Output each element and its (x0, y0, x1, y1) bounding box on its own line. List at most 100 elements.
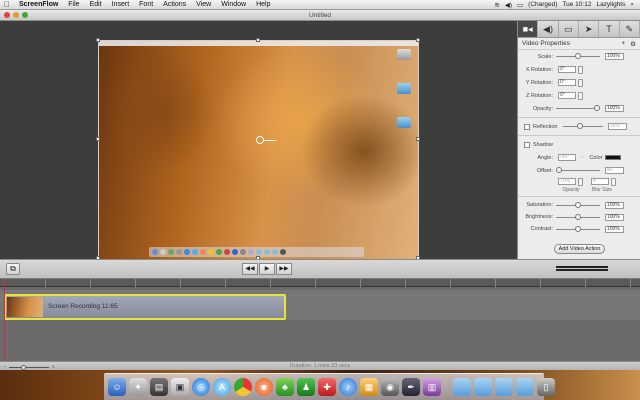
reflection-slider[interactable] (563, 123, 603, 129)
rewind-button[interactable]: ◀◀ (242, 263, 258, 275)
scale-knob[interactable] (575, 53, 581, 59)
y-rotation-field[interactable]: 0° (558, 79, 576, 86)
finder-icon[interactable]: ☺ (108, 378, 126, 396)
volume-icon[interactable]: ◀) (505, 1, 512, 9)
app-icon[interactable]: ♟ (297, 378, 315, 396)
scale-value[interactable]: 100% (605, 53, 624, 60)
video-camera-icon[interactable]: ■◂ (518, 21, 539, 37)
properties-tabs: ■◂ ◀) ▭ ➤ T ✎ (518, 21, 640, 38)
y-rotation-stepper[interactable] (578, 78, 583, 87)
resize-handle[interactable] (416, 38, 420, 42)
saturation-value[interactable]: 100% (605, 201, 624, 209)
menu-edit[interactable]: Edit (85, 1, 107, 8)
fast-forward-button[interactable]: ▶▶ (276, 263, 292, 275)
menu-window[interactable]: Window (216, 1, 251, 8)
screen-icon[interactable]: ▭ (559, 21, 579, 37)
clip-thumbnail (7, 297, 43, 317)
battery-icon[interactable]: ▭ (517, 1, 523, 9)
crop-icon[interactable]: ⧉ (6, 263, 20, 275)
trash-icon[interactable]: ▯ (537, 378, 555, 396)
shadow-opacity-stepper[interactable] (578, 177, 583, 186)
saturation-slider[interactable] (556, 201, 600, 208)
spotlight-icon[interactable]: ⌕ (630, 1, 634, 9)
add-video-action-button[interactable]: Add Video Action (554, 244, 605, 254)
menu-font[interactable]: Font (134, 1, 158, 8)
blur-size-field[interactable]: 4 (591, 178, 609, 185)
z-rotation-stepper[interactable] (578, 91, 583, 100)
resize-handle[interactable] (256, 38, 260, 42)
contrast-value[interactable]: 100% (605, 225, 624, 233)
menu-app-name[interactable]: ScreenFlow (14, 1, 63, 8)
chrome-icon[interactable] (234, 378, 252, 396)
app-icon[interactable]: ◉ (381, 378, 399, 396)
folder-icon[interactable] (474, 378, 492, 396)
folder-icon[interactable] (516, 378, 534, 396)
menu-actions[interactable]: Actions (158, 1, 191, 8)
offset-slider[interactable] (556, 167, 600, 173)
menu-help[interactable]: Help (251, 1, 275, 8)
add-icon[interactable]: + (621, 40, 625, 48)
reflection-knob[interactable] (577, 123, 583, 129)
app-icon[interactable]: ✒ (402, 378, 420, 396)
app-icon[interactable]: ▣ (171, 378, 189, 396)
settings-icon[interactable]: ⚙ (630, 40, 636, 48)
safari-icon[interactable]: ◎ (192, 378, 210, 396)
play-button[interactable]: ▶ (259, 263, 275, 275)
app-icon[interactable]: ▥ (423, 378, 441, 396)
speaker-icon[interactable]: ◀) (538, 21, 559, 37)
apple-menu-icon[interactable]:  (0, 0, 14, 9)
app-icon[interactable]: ☻ (255, 378, 273, 396)
timeline-clip[interactable]: Screen Recording 11:65 (4, 294, 286, 320)
resize-handle[interactable] (96, 38, 100, 42)
contrast-slider[interactable] (556, 225, 600, 232)
folder-icon[interactable] (453, 378, 471, 396)
saturation-row: Saturation: 100% (518, 199, 640, 211)
z-rotation-field[interactable]: 0° (558, 92, 576, 99)
itunes-icon[interactable]: ♪ (339, 378, 357, 396)
opacity-knob[interactable] (594, 105, 600, 111)
brightness-knob[interactable] (575, 213, 581, 220)
text-icon[interactable]: T (599, 21, 620, 37)
angle-field[interactable]: -45° (558, 154, 576, 161)
app-icon[interactable]: ✦ (129, 378, 147, 396)
x-rotation-stepper[interactable] (578, 65, 583, 74)
menu-file[interactable]: File (63, 1, 84, 8)
anchor-icon[interactable] (256, 136, 264, 144)
x-rotation-field[interactable]: 0° (558, 66, 576, 73)
video-preview[interactable] (98, 40, 419, 260)
folder-icon[interactable] (495, 378, 513, 396)
resize-handle[interactable] (416, 137, 420, 141)
playhead[interactable] (4, 279, 5, 361)
blur-size-stepper[interactable] (611, 177, 616, 186)
scale-slider[interactable] (556, 53, 600, 59)
wifi-icon[interactable]: ≋ (494, 1, 499, 9)
app-icon[interactable]: ▤ (150, 378, 168, 396)
reflection-checkbox[interactable] (524, 123, 530, 130)
timeline-ruler[interactable] (0, 279, 640, 287)
menu-insert[interactable]: Insert (107, 1, 135, 8)
clock[interactable]: Tue 10:12 (562, 1, 591, 8)
opacity-value[interactable]: 100% (605, 105, 624, 112)
shadow-checkbox[interactable] (524, 141, 530, 148)
saturation-knob[interactable] (575, 201, 581, 208)
resize-handle[interactable] (96, 137, 100, 141)
app-store-icon[interactable]: A (213, 378, 231, 396)
user-name[interactable]: Lazylights (596, 1, 625, 8)
app-icon[interactable]: ♣ (276, 378, 294, 396)
shadow-color-swatch[interactable] (605, 155, 622, 160)
pointer-icon[interactable]: ➤ (579, 21, 600, 37)
brightness-value[interactable]: 100% (605, 213, 624, 221)
menu-view[interactable]: View (191, 1, 216, 8)
offset-value[interactable]: 40 (605, 167, 624, 174)
angle-dial-icon[interactable]: ◔ (580, 155, 583, 161)
brightness-slider[interactable] (556, 213, 600, 220)
app-icon[interactable]: ✚ (318, 378, 336, 396)
contrast-knob[interactable] (575, 225, 581, 232)
annotation-icon[interactable]: ✎ (620, 21, 640, 37)
shadow-opacity-field[interactable]: 70% (558, 178, 576, 185)
transport-bar: ⧉ ◀◀ ▶ ▶▶ (0, 259, 640, 279)
reflection-value[interactable]: 30% (608, 123, 627, 130)
app-icon[interactable]: ▦ (360, 378, 378, 396)
opacity-slider[interactable] (556, 105, 600, 111)
offset-knob[interactable] (556, 167, 562, 173)
